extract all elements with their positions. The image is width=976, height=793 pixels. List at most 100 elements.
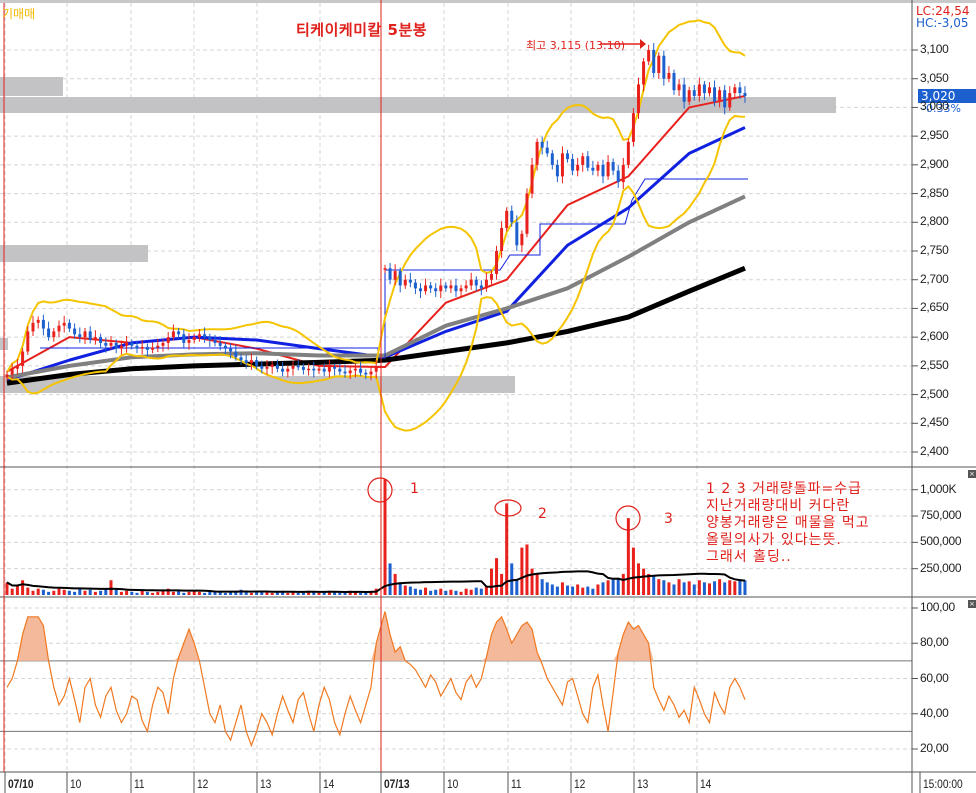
candle-body: [484, 279, 488, 289]
candle-body: [403, 279, 407, 286]
candle-body: [83, 331, 87, 338]
candle-body: [459, 288, 463, 292]
candle-body: [333, 367, 337, 369]
candle-body: [145, 346, 149, 350]
volume-bar: [510, 563, 514, 595]
volume-bar: [652, 576, 656, 595]
volume-bars: [5, 479, 747, 595]
volume-bar: [197, 591, 201, 595]
candle-body: [505, 210, 509, 229]
chart-title: 티케이케미칼 5분봉: [296, 21, 428, 39]
price-tick-label: 2,500: [920, 386, 949, 401]
volume-tick-label: 500,000: [920, 534, 962, 549]
volume-bar: [73, 591, 77, 595]
volume-bar: [171, 591, 175, 595]
candle-body: [555, 164, 559, 177]
candle-body: [621, 164, 625, 183]
candle-body: [343, 371, 347, 374]
price-tick-label: 2,800: [920, 214, 949, 229]
candle-body: [208, 337, 212, 341]
price-tick-label: 2,750: [920, 243, 949, 257]
volume-tick-label: 1,000K: [920, 481, 957, 496]
volume-bar: [484, 586, 488, 595]
volume-bar: [479, 588, 483, 595]
volume-bar: [67, 590, 71, 595]
x-tick-label: 11: [511, 777, 522, 791]
candle-body: [36, 319, 40, 323]
candle-body: [449, 285, 453, 289]
candle-body: [47, 328, 51, 338]
candle-body: [88, 331, 92, 341]
volume-bar: [388, 563, 392, 595]
close-panel-icon[interactable]: ×: [968, 600, 976, 608]
x-tick-label: 07/13: [384, 777, 410, 791]
volume-bar: [125, 590, 129, 595]
price-tick-label: 3,000: [920, 99, 949, 114]
volume-bar: [36, 588, 40, 595]
candle-body: [713, 87, 717, 102]
volume-bar: [15, 585, 19, 595]
volume-bar: [359, 592, 363, 595]
candle-body: [566, 153, 570, 160]
volume-bar: [555, 586, 559, 595]
x-tick-label: 13: [260, 777, 272, 791]
candle-body: [130, 342, 134, 346]
high-annotation: 최고 3,115 (13:10): [526, 39, 626, 52]
volume-bar: [667, 582, 671, 595]
candle-body: [408, 279, 412, 283]
candle-body: [317, 368, 321, 371]
close-panel-icon[interactable]: ×: [968, 470, 976, 478]
candle-body: [520, 233, 524, 246]
candle-body: [374, 367, 378, 372]
volume-bar: [581, 587, 585, 595]
candle-body: [682, 84, 686, 102]
volume-bar: [631, 547, 635, 595]
volume-bar: [535, 573, 539, 595]
stock-chart[interactable]: [0, 0, 976, 793]
volume-bar: [338, 592, 342, 595]
volume-bar: [545, 582, 549, 595]
candle-body: [327, 367, 331, 372]
x-tick-label: 14: [700, 777, 712, 791]
marker-label-1: 1: [410, 481, 419, 497]
volume-bar: [469, 589, 473, 595]
volume-bar: [489, 568, 493, 595]
candle-body: [479, 285, 483, 289]
candle-body: [260, 365, 264, 369]
candle-body: [151, 347, 155, 350]
candle-body: [182, 334, 186, 343]
candle-body: [177, 331, 181, 335]
candle-body: [140, 346, 144, 349]
candle-body: [723, 90, 727, 108]
candle-body: [687, 90, 691, 102]
candle-body: [161, 342, 165, 346]
candle-body: [73, 328, 77, 335]
candle-body: [52, 331, 56, 338]
volume-bar: [591, 588, 595, 595]
candle-body: [99, 337, 103, 343]
volume-bar: [525, 544, 529, 595]
candle-body: [550, 153, 554, 165]
candle-body: [5, 374, 9, 378]
candle-body: [728, 93, 732, 108]
volume-bar: [464, 588, 468, 595]
volume-bar: [702, 582, 706, 595]
candle-body: [489, 273, 493, 280]
candle-body: [464, 285, 468, 289]
candle-body: [359, 368, 363, 373]
volume-bar: [249, 592, 253, 595]
candle-body: [601, 164, 605, 177]
volume-bar: [540, 579, 544, 595]
candle-body: [312, 368, 316, 371]
candle-body: [439, 285, 443, 292]
volume-bar: [429, 590, 433, 595]
candle-body: [571, 159, 575, 171]
volume-bar: [52, 590, 56, 595]
candle-body: [581, 156, 585, 165]
volume-bar: [151, 592, 155, 595]
candle-body: [743, 93, 747, 96]
volume-bar: [677, 579, 681, 595]
price-tick-label: 3,050: [920, 70, 949, 85]
marker-label-3: 3: [664, 511, 673, 527]
candle-body: [530, 164, 534, 194]
